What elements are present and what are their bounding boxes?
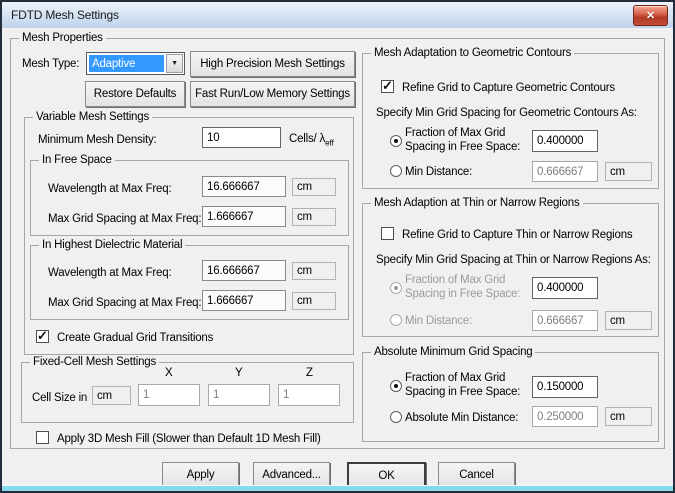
cell-size-x-input: 1 xyxy=(138,384,200,406)
di-max-grid-spacing-unit: cm xyxy=(292,292,336,310)
gc-specify-label: Specify Min Grid Spacing for Geometric C… xyxy=(376,107,637,119)
mesh-type-selected-value: Adaptive xyxy=(89,55,164,72)
cell-size-unit-field: cm xyxy=(92,386,131,405)
refine-thin-regions-checkbox[interactable] xyxy=(381,227,394,240)
geometric-contours-group-label: Mesh Adaptation to Geometric Contours xyxy=(371,47,575,60)
am-fraction-label-line1: Fraction of Max Grid xyxy=(405,372,506,384)
fs-wavelength-unit: cm xyxy=(292,178,336,196)
fixed-cell-group-label: Fixed-Cell Mesh Settings xyxy=(30,356,160,369)
thin-regions-group-label: Mesh Adaption at Thin or Narrow Regions xyxy=(371,197,583,210)
window-bottom-border xyxy=(2,485,673,491)
di-wavelength-value: 16.666667 xyxy=(202,260,286,281)
gc-fraction-radio[interactable] xyxy=(390,135,402,147)
gc-min-distance-input: 0.666667 xyxy=(532,161,598,182)
fs-wavelength-value: 16.666667 xyxy=(202,176,286,197)
minimum-mesh-density-label: Minimum Mesh Density: xyxy=(38,134,157,146)
tr-fraction-label-line1: Fraction of Max Grid xyxy=(405,274,506,286)
am-abs-min-distance-label: Absolute Min Distance: xyxy=(405,412,519,424)
title-bar[interactable]: FDTD Mesh Settings xyxy=(2,2,673,28)
variable-mesh-settings-group-label: Variable Mesh Settings xyxy=(33,111,153,124)
am-fraction-label-line2: Spacing in Free Space: xyxy=(405,386,521,398)
cancel-button[interactable]: Cancel xyxy=(438,462,515,487)
gc-min-distance-radio[interactable] xyxy=(390,165,402,177)
create-gradual-grid-transitions-label: Create Gradual Grid Transitions xyxy=(57,332,214,344)
in-highest-dielectric-group-label: In Highest Dielectric Material xyxy=(39,239,186,252)
mesh-type-dropdown[interactable]: Adaptive ▼ xyxy=(86,52,185,75)
apply-3d-mesh-fill-label: Apply 3D Mesh Fill (Slower than Default … xyxy=(57,433,321,445)
apply-button[interactable]: Apply xyxy=(162,462,239,487)
am-fraction-radio[interactable] xyxy=(390,380,402,392)
tr-min-distance-label: Min Distance: xyxy=(405,315,473,327)
gc-fraction-label-line1: Fraction of Max Grid xyxy=(405,127,506,139)
fs-max-grid-spacing-label: Max Grid Spacing at Max Freq: xyxy=(48,213,202,225)
col-y-header: Y xyxy=(235,367,243,379)
fast-run-low-memory-button[interactable]: Fast Run/Low Memory Settings xyxy=(190,81,355,107)
fs-max-grid-spacing-value: 1.666667 xyxy=(202,206,286,227)
lambda-subscript: eff xyxy=(325,138,334,148)
mesh-properties-group-label: Mesh Properties xyxy=(19,32,106,45)
fast-run-button-label: Fast Run/Low Memory Settings xyxy=(195,88,350,100)
dropdown-button[interactable]: ▼ xyxy=(166,54,183,73)
cell-size-in-label: Cell Size in xyxy=(32,392,88,404)
am-fraction-input[interactable]: 0.150000 xyxy=(532,376,598,398)
tr-fraction-input[interactable]: 0.400000 xyxy=(532,277,598,299)
tr-min-distance-input: 0.666667 xyxy=(532,310,598,331)
refine-geometric-contours-checkbox[interactable]: ✓ xyxy=(381,78,394,93)
minimum-mesh-density-input[interactable]: 10 xyxy=(202,127,281,148)
tr-specify-label: Specify Min Grid Spacing at Thin or Narr… xyxy=(376,254,651,266)
refine-thin-regions-label: Refine Grid to Capture Thin or Narrow Re… xyxy=(402,229,633,241)
absolute-min-group-label: Absolute Minimum Grid Spacing xyxy=(371,346,536,359)
apply-button-label: Apply xyxy=(186,468,215,481)
tr-min-distance-unit: cm xyxy=(605,311,652,330)
di-wavelength-unit: cm xyxy=(292,262,336,280)
am-abs-min-distance-radio[interactable] xyxy=(390,411,402,423)
advanced-button[interactable]: Advanced... xyxy=(253,462,330,487)
fdtd-mesh-settings-dialog: FDTD Mesh Settings ✕ Mesh Properties Mes… xyxy=(0,0,675,493)
in-free-space-group-label: In Free Space xyxy=(39,154,115,167)
tr-fraction-radio xyxy=(390,282,402,294)
ok-button-label: OK xyxy=(378,469,395,482)
high-precision-button-label: High Precision Mesh Settings xyxy=(200,58,345,70)
gc-fraction-input[interactable]: 0.400000 xyxy=(532,130,598,152)
close-icon: ✕ xyxy=(645,10,656,22)
cancel-button-label: Cancel xyxy=(459,468,494,481)
restore-defaults-button[interactable]: Restore Defaults xyxy=(85,81,185,107)
advanced-button-label: Advanced... xyxy=(262,468,321,481)
gc-min-distance-label: Min Distance: xyxy=(405,166,473,178)
am-abs-min-distance-input: 0.250000 xyxy=(532,406,598,427)
fs-max-grid-spacing-unit: cm xyxy=(292,208,336,226)
tr-min-distance-radio xyxy=(390,314,402,326)
checkmark-icon: ✓ xyxy=(37,328,48,343)
fs-wavelength-label: Wavelength at Max Freq: xyxy=(48,183,172,195)
am-abs-min-distance-unit: cm xyxy=(605,407,652,426)
cells-per-lambda-prefix: Cells/ λ xyxy=(289,133,326,145)
cells-per-lambda-label: Cells/ λeff xyxy=(289,132,334,150)
gc-fraction-label-line2: Spacing in Free Space: xyxy=(405,141,521,153)
tr-fraction-label-line2: Spacing in Free Space: xyxy=(405,288,521,300)
chevron-down-icon: ▼ xyxy=(171,60,178,67)
mesh-type-label: Mesh Type: xyxy=(22,58,80,70)
di-wavelength-label: Wavelength at Max Freq: xyxy=(48,267,172,279)
cell-size-z-input: 1 xyxy=(278,384,340,406)
restore-defaults-button-label: Restore Defaults xyxy=(93,88,177,100)
col-z-header: Z xyxy=(306,367,313,379)
close-button[interactable]: ✕ xyxy=(633,5,668,26)
di-max-grid-spacing-label: Max Grid Spacing at Max Freq: xyxy=(48,297,202,309)
col-x-header: X xyxy=(165,367,173,379)
refine-geometric-contours-label: Refine Grid to Capture Geometric Contour… xyxy=(402,82,615,94)
cell-size-y-input: 1 xyxy=(208,384,270,406)
create-gradual-grid-transitions-checkbox[interactable]: ✓ xyxy=(36,328,49,343)
checkmark-icon: ✓ xyxy=(382,78,393,93)
window-title: FDTD Mesh Settings xyxy=(11,8,119,22)
gc-min-distance-unit: cm xyxy=(605,162,652,181)
high-precision-mesh-settings-button[interactable]: High Precision Mesh Settings xyxy=(190,51,355,77)
di-max-grid-spacing-value: 1.666667 xyxy=(202,290,286,311)
apply-3d-mesh-fill-checkbox[interactable] xyxy=(36,431,49,444)
